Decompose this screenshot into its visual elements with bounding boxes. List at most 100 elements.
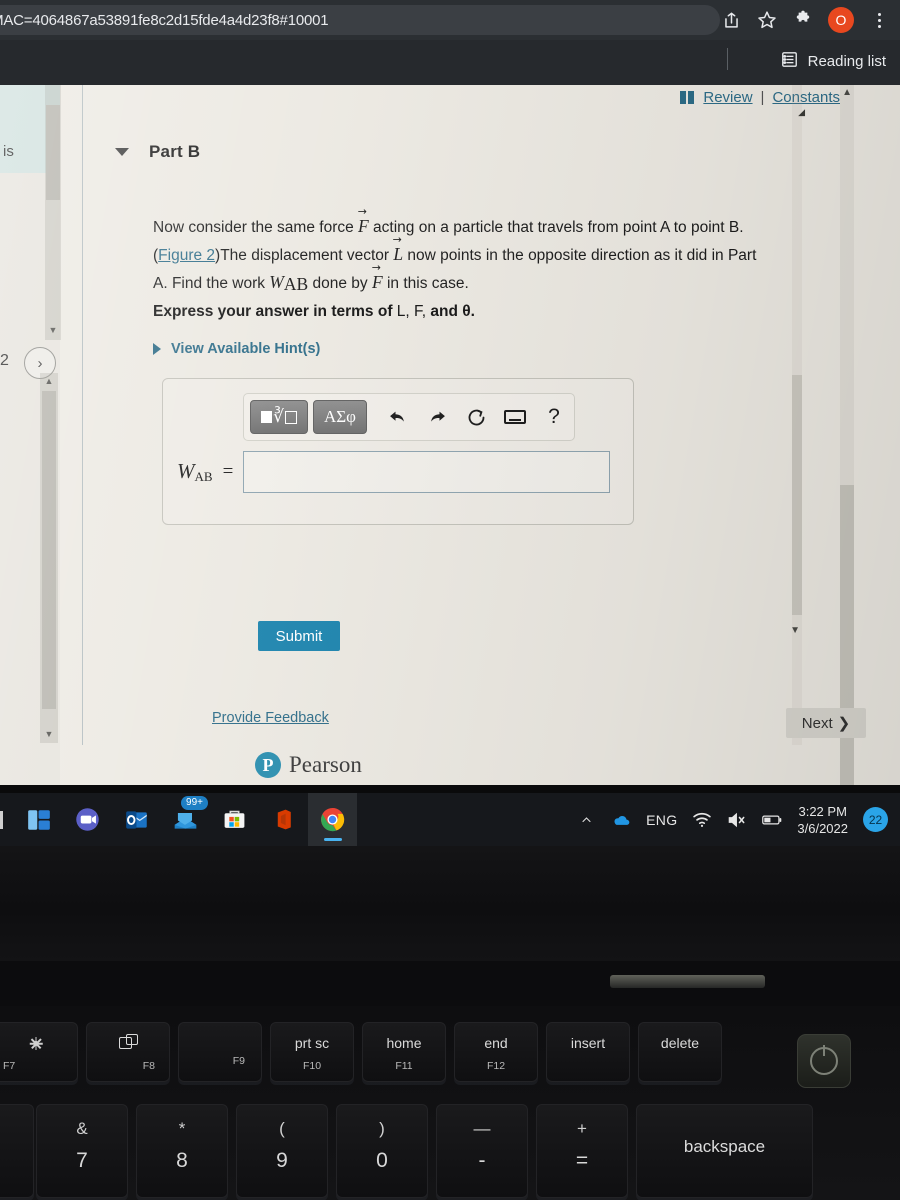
browser-chrome: umHMAC=4064867a53891fe8c2d15fde4a4d23f8#… (0, 0, 900, 85)
next-button[interactable]: Next ❯ (786, 708, 866, 738)
scrollbar-thumb[interactable] (42, 391, 56, 709)
key-backspace[interactable]: backspace (636, 1104, 813, 1198)
key-prt-sc-label: prt sc (294, 1035, 330, 1051)
scrollbar-up-arrow[interactable]: ▲ (842, 87, 852, 98)
taskbar-item-microsoft-store[interactable] (210, 793, 259, 846)
address-bar[interactable]: umHMAC=4064867a53891fe8c2d15fde4a4d23f8#… (0, 5, 720, 35)
outlook-icon (125, 810, 147, 829)
part-title: Part B (149, 142, 201, 161)
template-filled-square-icon (261, 411, 273, 423)
force-symbol: F (358, 216, 369, 236)
language-indicator[interactable]: ENG (646, 812, 677, 828)
clock-date: 3/6/2022 (797, 820, 848, 836)
figure-2-link[interactable]: Figure 2 (158, 247, 215, 264)
pearson-wordmark: Pearson (289, 752, 362, 777)
profile-avatar[interactable]: O (828, 7, 854, 33)
express-pre: Express your answer in terms of (153, 303, 397, 320)
reset-icon[interactable] (461, 402, 491, 432)
power-button-key[interactable] (797, 1034, 851, 1088)
equals-sign: = (222, 461, 234, 482)
chrome-icon (321, 808, 345, 832)
notification-badge[interactable]: 22 (863, 807, 888, 832)
scrollbar-down-arrow[interactable]: ▼ (45, 325, 61, 335)
reading-list-button[interactable]: Reading list (780, 50, 886, 73)
sidebar-scrollbar-top[interactable]: ▼ (45, 85, 61, 340)
key-delete-label: delete (660, 1035, 700, 1051)
scrollbar-thumb[interactable] (840, 485, 854, 785)
problem-line2-pre: The displacement vector (220, 247, 394, 264)
key-6-partial[interactable] (0, 1104, 34, 1198)
redo-icon[interactable] (422, 402, 452, 432)
scrollbar-thumb[interactable] (46, 105, 60, 200)
key-home[interactable]: home F11 (362, 1022, 446, 1082)
share-icon[interactable] (720, 9, 742, 31)
onedrive-icon[interactable] (611, 810, 631, 830)
key-end[interactable]: end F12 (454, 1022, 538, 1082)
bookmarks-bar: Reading list (0, 40, 900, 85)
taskbar-clock[interactable]: 3:22 PM 3/6/2022 (797, 803, 848, 837)
scrollbar-down-arrow[interactable]: ▼ (40, 729, 58, 739)
microsoft-store-icon (224, 810, 245, 828)
displacement-symbol: L (393, 244, 404, 264)
web-page-viewport: is 2 › ▼ ▲ ▼ Review | Constants ▲ ◢ ▼ Pa… (0, 85, 900, 785)
wifi-icon[interactable] (692, 810, 712, 830)
volume-muted-icon[interactable] (727, 810, 747, 830)
battery-icon[interactable] (762, 810, 782, 830)
key-f8[interactable]: F8 (86, 1022, 170, 1082)
answer-input[interactable] (243, 451, 611, 493)
taskbar-edge-marker (0, 811, 3, 829)
undo-icon[interactable] (383, 402, 413, 432)
keyboard-icon[interactable] (500, 402, 530, 432)
reading-list-icon (780, 50, 799, 73)
reading-list-label: Reading list (807, 53, 886, 70)
taskbar-item-teams[interactable] (63, 793, 112, 846)
key-f10-label: F10 (302, 1060, 322, 1072)
scroll-caret-icon[interactable]: ◢ (798, 107, 805, 118)
nth-root-template-button[interactable]: ∛ (250, 400, 308, 434)
help-icon[interactable]: ? (539, 402, 569, 432)
task-view-icon (119, 1034, 138, 1050)
answer-entry-panel: ∛ ΑΣφ ? WAB = (162, 378, 634, 525)
taskbar-item-chrome[interactable] (308, 793, 357, 846)
taskbar-item-mail[interactable]: 99+ (161, 793, 210, 846)
vector-arrow-icon: → (357, 205, 367, 218)
sidebar-scrollbar-bottom[interactable]: ▲ ▼ (40, 373, 58, 743)
submit-button[interactable]: Submit (258, 621, 340, 651)
template-empty-square-icon (284, 410, 297, 424)
key-minus[interactable]: — - (436, 1104, 528, 1198)
key-7-lower: 7 (76, 1149, 88, 1172)
widgets-icon (27, 809, 50, 830)
clock-time: 3:22 PM (798, 803, 847, 819)
greek-symbols-button[interactable]: ΑΣφ (313, 400, 367, 434)
scrollbar-up-arrow[interactable]: ▲ (40, 376, 58, 386)
star-icon[interactable] (756, 9, 778, 31)
puzzle-piece-icon[interactable] (792, 9, 814, 31)
key-0[interactable]: ) 0 (336, 1104, 428, 1198)
key-insert-label: insert (570, 1035, 606, 1051)
key-insert[interactable]: insert (546, 1022, 630, 1082)
collapse-triangle-icon[interactable] (115, 148, 129, 156)
key-f7[interactable]: F7 (0, 1022, 78, 1082)
view-hints-toggle[interactable]: View Available Hint(s) (153, 341, 320, 357)
taskbar-item-outlook[interactable] (112, 793, 161, 846)
page-scrollbar-outer[interactable] (840, 85, 854, 785)
key-delete[interactable]: delete (638, 1022, 722, 1082)
tray-overflow-icon[interactable] (576, 810, 596, 830)
key-8[interactable]: * 8 (136, 1104, 228, 1198)
left-sidebar-text-fragment: is (3, 143, 14, 160)
system-tray: ENG 3:22 PM 3/6/2022 22 (576, 793, 900, 846)
view-hints-label: View Available Hint(s) (171, 341, 321, 357)
key-8-upper: * (178, 1119, 186, 1138)
key-prt-sc[interactable]: prt sc F10 (270, 1022, 354, 1082)
key-9[interactable]: ( 9 (236, 1104, 328, 1198)
taskbar-item-office[interactable] (259, 793, 308, 846)
provide-feedback-link[interactable]: Provide Feedback (212, 710, 329, 726)
key-7[interactable]: & 7 (36, 1104, 128, 1198)
part-b-header[interactable]: Part B (115, 142, 200, 162)
three-dot-menu-icon[interactable] (868, 9, 890, 31)
key-f9[interactable]: F9 (178, 1022, 262, 1082)
taskbar-item-widgets[interactable] (14, 793, 63, 846)
expand-triangle-icon[interactable] (153, 343, 161, 355)
key-equals[interactable]: + = (536, 1104, 628, 1198)
problem-line1-pre: Now consider the same force (153, 219, 359, 236)
